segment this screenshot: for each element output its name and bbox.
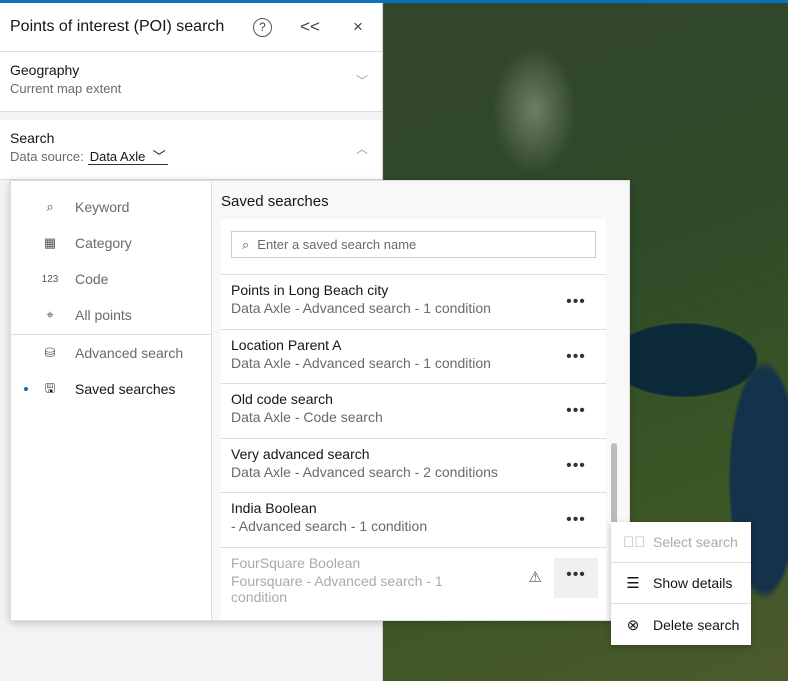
item-actions-menu: ✓⃝ Select search ☰ Show details ⊗ Delete se…	[611, 522, 751, 645]
menu-show-details[interactable]: ☰ Show details	[611, 563, 751, 604]
saved-searches-pane: Saved searches ⌕ Enter a saved search nam…	[212, 181, 629, 620]
collapse-button[interactable]: <<	[286, 17, 334, 37]
more-options-button[interactable]: •••	[554, 449, 598, 489]
more-options-button[interactable]: •••	[554, 503, 598, 543]
saved-searches-list: ⌕ Enter a saved search name Points in Lon…	[221, 219, 606, 620]
more-options-button[interactable]: •••	[554, 285, 598, 325]
chevron-up-icon[interactable]: ︿	[356, 140, 368, 157]
panel-header: Points of interest (POI) search ? << ×	[0, 3, 382, 52]
nav-advanced-search[interactable]: ⛁ Advanced search	[11, 335, 211, 371]
geography-value: Current map extent	[10, 81, 122, 96]
item-name: India Boolean	[231, 500, 317, 516]
data-source-value: Data Axle	[89, 149, 146, 164]
geography-section[interactable]: Geography Current map extent ﹀	[0, 52, 382, 112]
warning-icon: ⚠	[528, 568, 542, 586]
item-detail: Data Axle - Advanced search - 1 conditio…	[231, 354, 491, 371]
search-type-popover: ⌕ Keyword ▦ Category 123 Code ⌖ All points ⛁…	[10, 180, 630, 621]
item-detail: Foursquare - Advanced search - 1 conditi…	[231, 572, 443, 605]
item-detail: Data Axle - Advanced search - 2 conditio…	[231, 463, 498, 480]
menu-label: Select search	[653, 534, 738, 550]
geography-title: Geography	[10, 62, 80, 78]
grid-icon: ▦	[43, 235, 57, 250]
nav-label: Advanced search	[75, 345, 184, 361]
close-button[interactable]: ×	[334, 17, 382, 37]
database-search-icon: ⛁	[44, 345, 56, 360]
saved-searches-title: Saved searches	[221, 193, 329, 210]
menu-label: Show details	[653, 575, 733, 591]
more-options-button[interactable]: •••	[554, 557, 598, 598]
more-options-button[interactable]: •••	[554, 394, 598, 434]
data-source-label: Data source:	[10, 149, 84, 164]
list-icon: ☰	[626, 575, 640, 592]
nav-category[interactable]: ▦ Category	[11, 225, 211, 261]
list-item[interactable]: Very advanced search Data Axle - Advanced…	[221, 437, 606, 493]
menu-label: Delete search	[653, 616, 740, 633]
data-source-dropdown[interactable]: Data Axle ﹀	[87, 149, 168, 165]
item-name: Location Parent A	[231, 336, 342, 353]
item-detail: - Advanced search - 1 condition	[231, 518, 428, 534]
search-placeholder: Enter a saved search name	[257, 237, 417, 252]
item-detail: Data Axle - Code search	[231, 409, 383, 425]
nav-label: All points	[75, 307, 132, 323]
list-item[interactable]: Location Parent A Data Axle - Advanced se…	[221, 328, 606, 384]
list-item[interactable]: India Boolean - Advanced search - 1 condi…	[221, 492, 606, 547]
search-section: Search Data source: Data Axle ﹀ ︿	[0, 120, 382, 180]
item-name: Very advanced search	[231, 445, 370, 462]
nav-label: Keyword	[75, 199, 130, 215]
help-icon[interactable]: ?	[253, 17, 272, 37]
saved-search-input[interactable]: ⌕ Enter a saved search name	[231, 231, 596, 258]
search-icon: ⌕	[242, 236, 250, 252]
item-name: FourSquare Boolean	[231, 554, 361, 571]
item-name: Points in Long Beach city	[231, 282, 389, 298]
save-icon: 🖫	[44, 380, 56, 395]
panel-title: Points of interest (POI) search	[10, 18, 225, 35]
nav-label: Saved searches	[75, 381, 176, 397]
search-type-nav: ⌕ Keyword ▦ Category 123 Code ⌖ All points ⛁…	[11, 181, 212, 620]
search-title: Search	[10, 130, 55, 146]
menu-select-search[interactable]: ✓⃝ Select search	[611, 522, 751, 563]
x-circle-icon: ⊗	[626, 616, 640, 634]
item-detail: Data Axle - Advanced search - 1 conditio…	[231, 300, 491, 316]
chevron-down-icon[interactable]: ﹀	[356, 72, 368, 89]
numbers-icon: 123	[41, 273, 59, 285]
nav-label: Category	[75, 235, 132, 251]
menu-delete-search[interactable]: ⊗ Delete search	[611, 604, 751, 645]
nav-code[interactable]: 123 Code	[11, 261, 211, 297]
pins-icon: ⌖	[46, 307, 54, 322]
list-item[interactable]: Points in Long Beach city Data Axle - Adv…	[221, 274, 606, 329]
list-item[interactable]: FourSquare Boolean Foursquare - Advanced …	[221, 546, 606, 605]
nav-keyword[interactable]: ⌕ Keyword	[11, 189, 211, 225]
search-icon: ⌕	[46, 199, 54, 214]
list-item[interactable]: Old code search Data Axle - Code search ••…	[221, 383, 606, 438]
nav-label: Code	[75, 271, 109, 287]
item-name: Old code search	[231, 391, 333, 407]
check-circle-icon: ✓⃝	[623, 533, 646, 551]
more-options-button[interactable]: •••	[554, 340, 598, 380]
nav-saved-searches[interactable]: 🖫 Saved searches	[11, 371, 211, 407]
nav-all-points[interactable]: ⌖ All points	[11, 297, 211, 333]
